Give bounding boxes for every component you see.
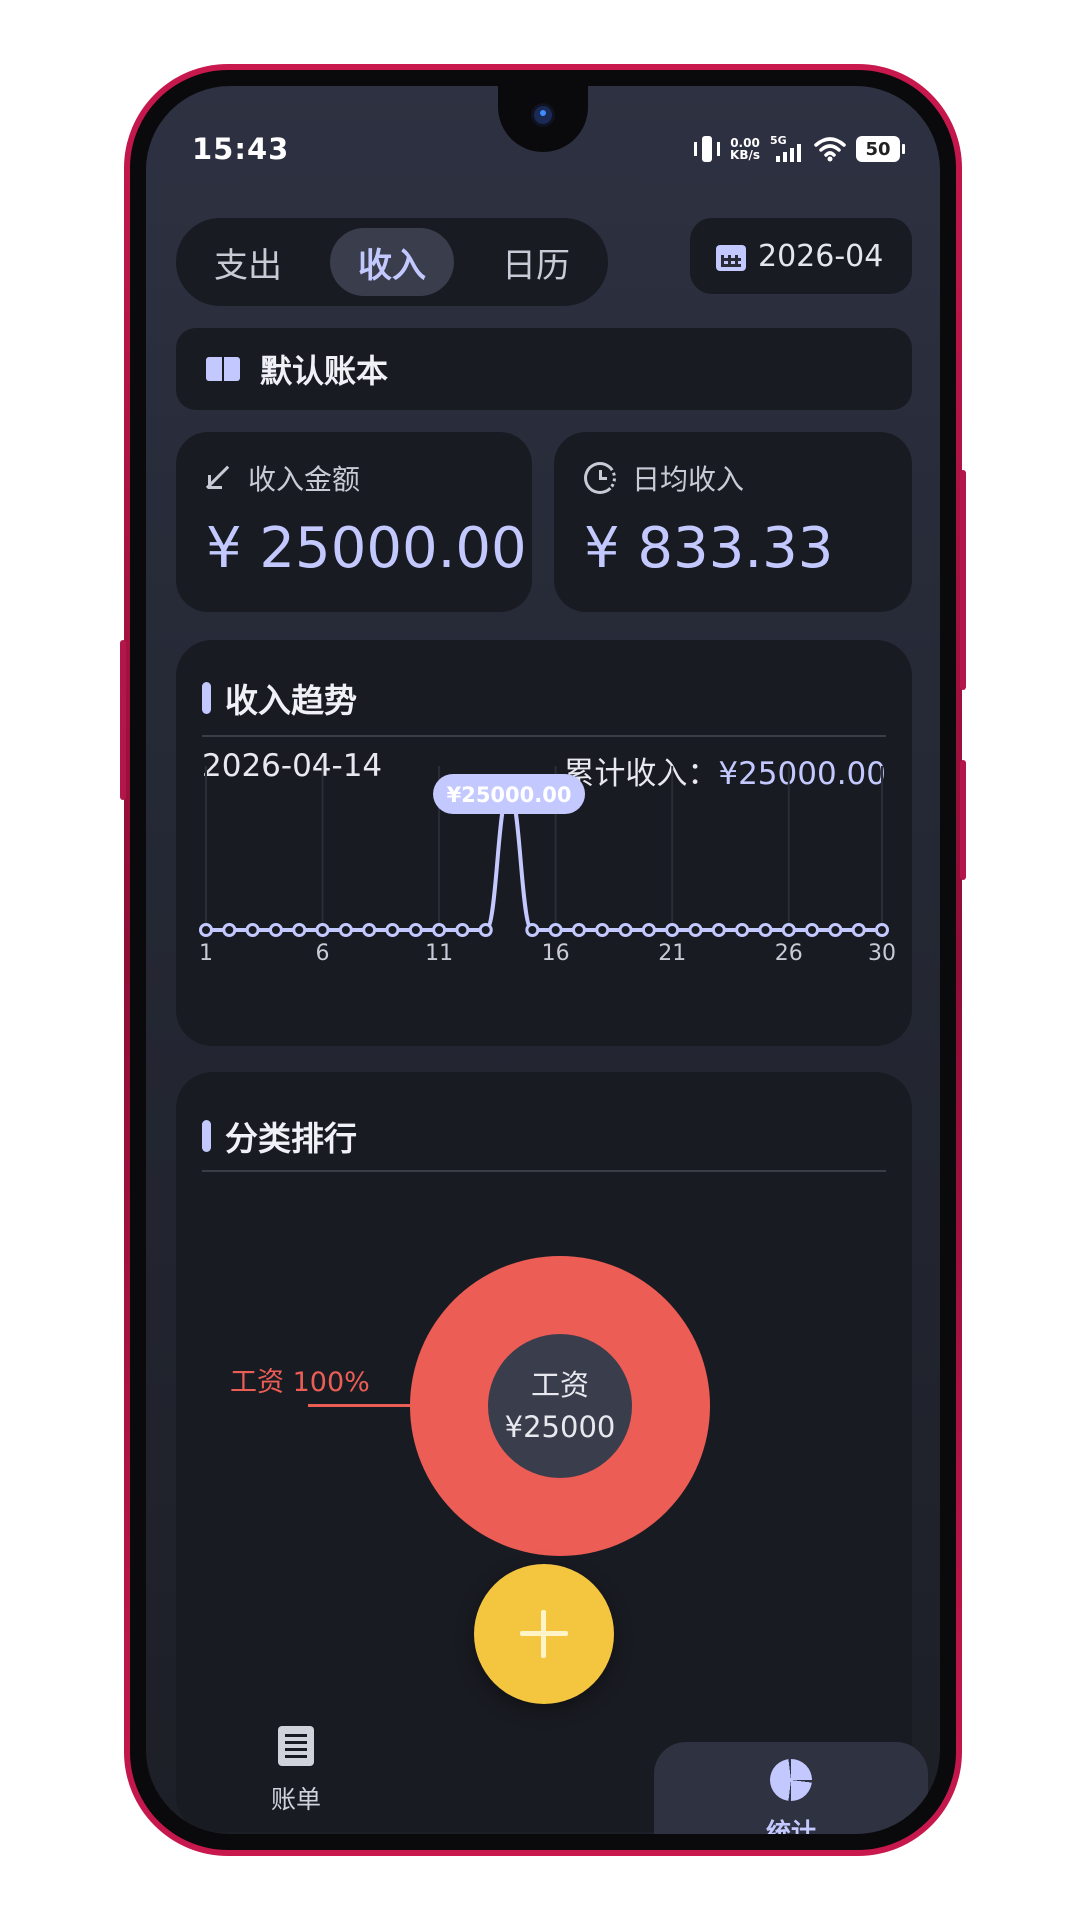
data-point bbox=[781, 923, 796, 937]
arrow-down-left-icon bbox=[206, 465, 232, 491]
tab-income[interactable]: 收入 bbox=[330, 228, 454, 296]
data-point bbox=[315, 923, 330, 937]
side-button bbox=[960, 760, 966, 880]
income-total-card: 收入金额 ¥ 25000.00 bbox=[176, 432, 532, 612]
calendar-icon bbox=[716, 241, 746, 271]
x-tick-label: 26 bbox=[775, 941, 803, 966]
data-point bbox=[828, 923, 843, 937]
wifi-icon bbox=[814, 137, 846, 162]
data-point bbox=[571, 923, 586, 937]
x-tick-label: 6 bbox=[316, 941, 330, 966]
screen: 15:43 0.00 KB/s 5G 50 支出 收入 日历 2026-04 默… bbox=[146, 86, 940, 1834]
x-tick-label: 11 bbox=[425, 941, 453, 966]
month-picker-button[interactable]: 2026-04 bbox=[690, 218, 912, 294]
daily-average-card: 日均收入 ¥ 833.33 bbox=[554, 432, 912, 612]
data-point bbox=[711, 923, 726, 937]
vibrate-icon bbox=[694, 134, 721, 164]
tab-calendar[interactable]: 日历 bbox=[474, 228, 598, 296]
donut-leader-line bbox=[308, 1404, 410, 1407]
signal-icon: 5G bbox=[770, 134, 804, 164]
data-point bbox=[478, 923, 493, 937]
income-total-label: 收入金额 bbox=[248, 463, 361, 496]
income-total-value: ¥ 25000.00 bbox=[206, 516, 527, 581]
plus-icon bbox=[520, 1610, 568, 1658]
income-trend-chart[interactable]: ¥25000.001 6 11 16 21 26 30 bbox=[176, 640, 912, 1046]
data-point bbox=[595, 923, 610, 937]
data-point bbox=[641, 923, 656, 937]
account-book-selector[interactable]: 默认账本 bbox=[176, 328, 912, 410]
data-point bbox=[665, 923, 680, 937]
donut-center-name: 工资 bbox=[530, 1368, 589, 1402]
battery-icon: 50 bbox=[856, 136, 905, 162]
front-camera bbox=[534, 106, 552, 124]
clock-icon bbox=[584, 462, 616, 494]
bills-icon bbox=[278, 1726, 314, 1766]
data-point bbox=[268, 923, 283, 937]
pie-chart-icon bbox=[770, 1759, 812, 1801]
data-point bbox=[385, 923, 400, 937]
nav-statistics-label: 统计 bbox=[765, 1818, 816, 1834]
x-tick-label: 30 bbox=[868, 941, 896, 966]
data-point bbox=[338, 923, 353, 937]
data-point bbox=[735, 923, 750, 937]
daily-average-value: ¥ 833.33 bbox=[584, 516, 834, 581]
data-point bbox=[875, 923, 889, 937]
data-point bbox=[758, 923, 773, 937]
data-point bbox=[245, 923, 260, 937]
account-book-name: 默认账本 bbox=[260, 352, 389, 390]
side-button bbox=[120, 640, 126, 800]
data-point bbox=[199, 923, 213, 937]
side-button bbox=[960, 470, 966, 690]
donut-center-value: ¥25000 bbox=[504, 1410, 616, 1444]
data-point bbox=[408, 923, 423, 937]
x-tick-label: 1 bbox=[199, 941, 213, 966]
data-point bbox=[688, 923, 703, 937]
data-point bbox=[292, 923, 307, 937]
data-point bbox=[455, 923, 470, 937]
x-tick-label: 21 bbox=[658, 941, 686, 966]
data-point bbox=[851, 923, 866, 937]
data-point bbox=[525, 923, 540, 937]
x-tick-label: 16 bbox=[542, 941, 570, 966]
daily-average-label: 日均收入 bbox=[632, 463, 745, 496]
donut-center: 工资 ¥25000 bbox=[488, 1334, 632, 1478]
add-record-button[interactable] bbox=[474, 1564, 614, 1704]
nav-bills-label: 账单 bbox=[270, 1785, 321, 1814]
data-point bbox=[548, 923, 563, 937]
data-point bbox=[222, 923, 237, 937]
nav-bills[interactable]: 账单 bbox=[236, 1726, 356, 1816]
nav-statistics[interactable]: 统计 bbox=[654, 1742, 928, 1834]
data-point bbox=[618, 923, 633, 937]
data-point bbox=[362, 923, 377, 937]
status-time: 15:43 bbox=[192, 132, 290, 166]
data-point bbox=[432, 923, 447, 937]
month-picker-value: 2026-04 bbox=[758, 238, 884, 274]
network-speed: 0.00 KB/s bbox=[730, 137, 760, 161]
data-point bbox=[805, 923, 820, 937]
book-icon bbox=[206, 357, 242, 381]
status-icons: 0.00 KB/s 5G 50 bbox=[694, 132, 905, 166]
tooltip-label: ¥25000.00 bbox=[447, 783, 572, 807]
tab-expense[interactable]: 支出 bbox=[186, 228, 310, 296]
income-trend-card: 收入趋势 2026-04-14 累计收入：¥25000.00 ¥25000.00… bbox=[176, 640, 912, 1046]
donut-slice[interactable]: 工资 ¥25000 bbox=[410, 1256, 710, 1556]
type-tab-bar: 支出 收入 日历 bbox=[176, 218, 608, 306]
network-speed-unit: KB/s bbox=[730, 148, 760, 162]
donut-slice-label: 工资 100% bbox=[230, 1367, 370, 1398]
